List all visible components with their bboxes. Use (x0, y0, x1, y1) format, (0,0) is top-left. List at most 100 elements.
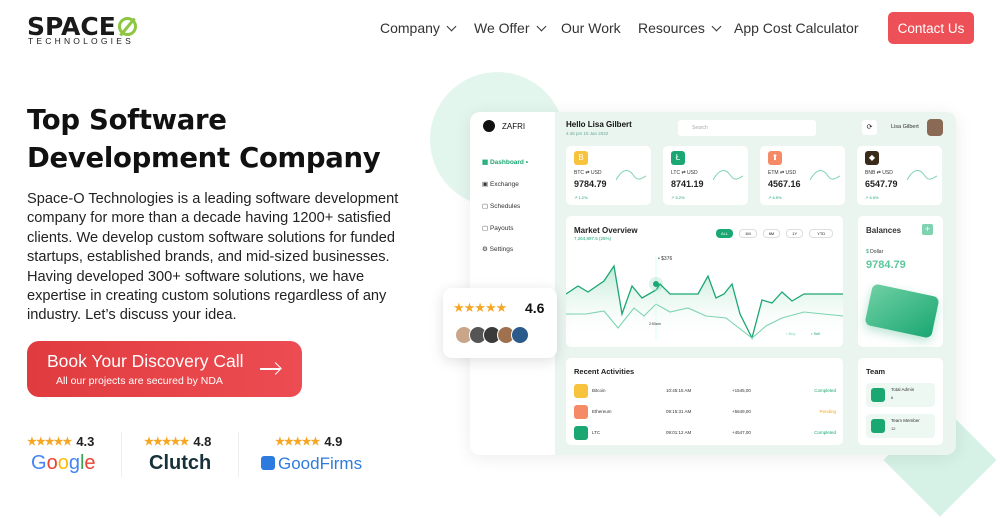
activities-title: Recent Activities (574, 367, 635, 376)
rating-score: 4.8 (193, 434, 212, 449)
cta-title: Book Your Discovery Call (47, 351, 244, 371)
team-card: Team Total Admin 6 Team Member 12 (858, 358, 943, 445)
activity-time: 09:01:12 AM (666, 430, 692, 435)
sparkline (907, 170, 937, 181)
activity-status: Completed (814, 388, 836, 393)
google-logo: Google (31, 452, 96, 474)
menu-payouts: ▢ Payouts (482, 225, 514, 232)
activity-time: 09:15:31 AM (666, 409, 692, 414)
team-count: 6 (891, 395, 894, 400)
stars-icon: ★★★★★ (275, 436, 320, 448)
chevron-down-icon (446, 21, 457, 31)
coin-pair: ETM ⇄ USD (768, 170, 797, 176)
coin-card: ◆ BNB ⇄ USD 6547.79 ↗ 6.5% (857, 146, 942, 205)
dollar-text: Dollar (870, 249, 884, 255)
coin-change-value: 5.2% (675, 195, 685, 200)
nav-label: Resources (638, 20, 705, 36)
member-icon (871, 419, 885, 433)
coin-card: Ł LTC ⇄ USD 8741.19 ↗ 5.2% (663, 146, 748, 205)
coin-change: ↗ 1.2% (574, 195, 588, 200)
sparkline (713, 170, 743, 181)
dollar-label: $ Dollar (866, 249, 884, 255)
chart-area (566, 266, 843, 341)
chevron-down-icon (711, 21, 722, 31)
coin-change: ↗ 6.5% (865, 195, 879, 200)
recent-activities-card: Recent Activities Bitcoin 10:45:15 AM +1… (566, 358, 843, 445)
divider (121, 432, 122, 477)
market-tabs: ALL 1M 6M 1Y YTD (716, 229, 834, 238)
menu-label: Payouts (489, 225, 514, 232)
team-label: Total Admin (891, 387, 915, 392)
menu-settings: ⚙ Settings (482, 246, 514, 253)
menu-exchange: ▣ Exchange (482, 181, 519, 188)
team-title: Team (866, 367, 886, 376)
coin-card: ⬆ ETM ⇄ USD 4567.16 ↗ 6.5% (760, 146, 845, 205)
logo-mark-icon (117, 17, 137, 36)
coin-change-value: 6.5% (772, 195, 782, 200)
nav-we-offer[interactable]: We Offer (474, 20, 546, 36)
coin-pair: BNB ⇄ USD (865, 170, 893, 176)
dashboard-mockup: ZAFRI ▦ Dashboard • ▣ Exchange ▢ Schedul… (470, 112, 956, 455)
legend-sell: • Sell (811, 331, 821, 336)
team-label: Team Member (891, 418, 920, 423)
nav-label: Company (380, 20, 440, 36)
goodfirms-mark-icon (261, 456, 275, 470)
reviewer-avatars (455, 326, 529, 349)
coin-value: 8741.19 (671, 179, 704, 189)
market-line-chart (566, 256, 843, 341)
team-item: Total Admin 6 (866, 383, 935, 407)
activity-amount: +1545,00 (732, 388, 751, 393)
chevron-down-icon (536, 21, 546, 31)
goodfirms-text: GoodFirms (278, 454, 363, 473)
menu-label: Schedules (489, 203, 521, 210)
nav-our-work[interactable]: Our Work (561, 20, 621, 36)
rating-score: 4.3 (76, 434, 95, 449)
menu-schedules: ▢ Schedules (482, 203, 521, 210)
coin-icon (574, 384, 588, 398)
book-discovery-call-button[interactable]: Book Your Discovery Call All our project… (27, 341, 302, 397)
coin-icon: Ł (671, 151, 685, 165)
avatar (511, 326, 529, 344)
nav-label: Our Work (561, 20, 621, 36)
balances-card: Balances + $ Dollar 9784.79 (858, 216, 943, 347)
activity-row: LTC 09:01:12 AM +4547,00 Completed (574, 426, 836, 440)
hero-paragraph: Space-O Technologies is a leading softwa… (27, 191, 399, 324)
coin-icon: ⬆ (768, 151, 782, 165)
greeting: Hello Lisa Gilbert (566, 120, 632, 129)
google-rating: ★★★★★ 4.3 (27, 434, 94, 449)
tab-ytd: YTD (809, 229, 834, 238)
nav-company[interactable]: Company (380, 20, 457, 36)
coin-icon (574, 426, 588, 440)
menu-dashboard: ▦ Dashboard • (482, 159, 528, 166)
page-title: Top Software Development Company (27, 101, 381, 177)
menu-label: Exchange (489, 181, 519, 188)
stars-icon: ★★★★★ (144, 436, 189, 448)
coin-icon (574, 405, 588, 419)
divider (238, 432, 239, 477)
coin-change: ↗ 5.2% (671, 195, 685, 200)
admin-icon (871, 388, 885, 402)
team-count: 12 (891, 426, 896, 431)
goodfirms-rating: ★★★★★ 4.9 (275, 434, 342, 449)
search-input: Search (678, 120, 816, 136)
contact-us-button[interactable]: Contact Us (888, 12, 974, 44)
tab-all: ALL (716, 229, 734, 238)
stars-icon: ★★★★★ (27, 436, 72, 448)
popup-score: 4.6 (525, 300, 545, 316)
clutch-logo: Clutch (149, 452, 212, 474)
nav-app-cost-calculator[interactable]: App Cost Calculator (734, 20, 859, 36)
coin-value: 9784.79 (574, 179, 607, 189)
point-value: • $376 (658, 256, 673, 262)
tab-6m: 6M (762, 229, 781, 238)
title-line-1: Top Software (27, 104, 227, 136)
coin-value: 6547.79 (865, 179, 898, 189)
coin-pair: LTC ⇄ USD (671, 170, 698, 176)
nav-label: We Offer (474, 20, 530, 36)
rating-popup: ★★★★★ 4.6 (443, 288, 557, 358)
activity-time: 10:45:15 AM (666, 388, 692, 393)
nav-resources[interactable]: Resources (638, 20, 722, 36)
goodfirms-logo: GoodFirms (261, 454, 362, 474)
datetime: 4:45 pm 15 Jan 2022 (566, 131, 609, 136)
coin-card: B BTC ⇄ USD 9784.79 ↗ 1.2% (566, 146, 651, 205)
coin-pair: BTC ⇄ USD (574, 170, 602, 176)
